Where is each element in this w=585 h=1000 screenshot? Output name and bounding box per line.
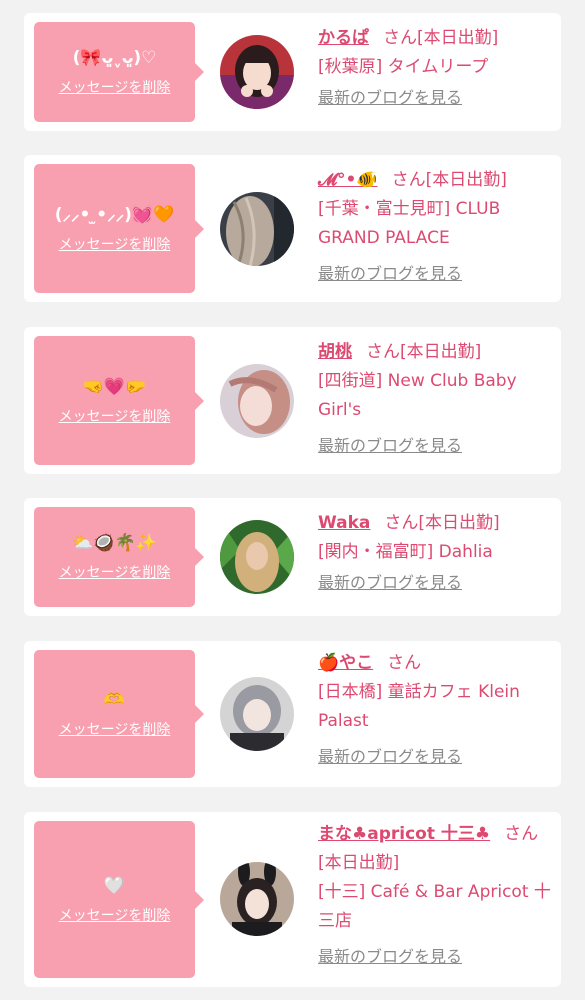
work-status: [本日出勤] bbox=[418, 513, 500, 533]
honorific: さん bbox=[384, 513, 419, 533]
cast-info: まな♣apricot 十三♣ さん [本日出勤] [十三] Café & Bar … bbox=[318, 820, 554, 971]
work-status: [本日出勤] bbox=[417, 28, 499, 48]
message-text: 🫶 bbox=[103, 690, 126, 710]
cast-info: 𝓜°•🐠 さん[本日出勤] [千葉・富士見町] CLUB GRAND PALACE… bbox=[318, 166, 554, 288]
latest-blog-link[interactable]: 最新のブログを見る bbox=[318, 432, 554, 460]
message-bubble: 🤍 メッセージを削除 bbox=[34, 821, 204, 978]
message-text: ⛅🥥🌴✨ bbox=[72, 533, 157, 553]
latest-blog-link[interactable]: 最新のブログを見る bbox=[318, 84, 554, 112]
delete-message-link[interactable]: メッセージを削除 bbox=[59, 77, 171, 97]
shop-name: [秋葉原] タイムリープ bbox=[318, 57, 489, 77]
cast-info: かるぱ さん[本日出勤] [秋葉原] タイムリープ 最新のブログを見る bbox=[318, 24, 554, 112]
honorific: さん bbox=[504, 824, 539, 844]
latest-blog-link[interactable]: 最新のブログを見る bbox=[318, 569, 554, 597]
message-bubble: (🎀ᴗ͈ˬᴗ͈)♡ メッセージを削除 bbox=[34, 22, 204, 122]
avatar[interactable] bbox=[220, 520, 294, 594]
message-text: 🤍 bbox=[103, 875, 126, 896]
delete-message-link[interactable]: メッセージを削除 bbox=[59, 905, 171, 925]
delete-message-link[interactable]: メッセージを削除 bbox=[59, 406, 171, 426]
avatar[interactable] bbox=[220, 677, 294, 751]
work-status: [本日出勤] bbox=[400, 342, 482, 362]
cast-name-link[interactable]: 🍎やこ bbox=[318, 653, 373, 673]
honorific: さん bbox=[387, 653, 422, 673]
work-status: [本日出勤] bbox=[318, 853, 400, 873]
favorite-card: 🤜💗🤛 メッセージを削除 胡桃 さん[本日出勤] [四街道] New Club B… bbox=[24, 327, 561, 474]
avatar[interactable] bbox=[220, 192, 294, 266]
cast-name-link[interactable]: 𝓜°•🐠 bbox=[318, 170, 378, 190]
cast-info: Waka さん[本日出勤] [関内・福富町] Dahlia 最新のブログを見る bbox=[318, 509, 554, 597]
cast-info: 🍎やこ さん [日本橋] 童話カフェ Klein Palast 最新のブログを見る bbox=[318, 649, 554, 771]
cast-name-link[interactable]: まな♣apricot 十三♣ bbox=[318, 824, 490, 844]
message-bubble: 🤜💗🤛 メッセージを削除 bbox=[34, 336, 204, 465]
honorific: さん bbox=[383, 28, 417, 48]
message-text: 🤜💗🤛 bbox=[82, 376, 147, 397]
message-text: (🎀ᴗ͈ˬᴗ͈)♡ bbox=[72, 48, 157, 68]
shop-name: [四街道] New Club Baby Girl's bbox=[318, 371, 517, 420]
shop-name: [十三] Café & Bar Apricot 十三店 bbox=[318, 882, 551, 931]
cast-name-link[interactable]: かるぱ bbox=[318, 28, 369, 48]
message-bubble: 🫶 メッセージを削除 bbox=[34, 650, 204, 778]
delete-message-link[interactable]: メッセージを削除 bbox=[59, 234, 171, 254]
cast-info: 胡桃 さん[本日出勤] [四街道] New Club Baby Girl's 最新… bbox=[318, 338, 554, 460]
message-text: (⸝⸝• ̫•⸝⸝)💓🧡 bbox=[54, 204, 175, 225]
shop-name: [千葉・富士見町] CLUB GRAND PALACE bbox=[318, 199, 501, 248]
cast-name-link[interactable]: Waka bbox=[318, 513, 370, 533]
delete-message-link[interactable]: メッセージを削除 bbox=[59, 562, 171, 582]
favorite-card: 🤍 メッセージを削除 まな♣apricot 十三♣ さん [本日出勤] [十三] … bbox=[24, 812, 561, 987]
avatar[interactable] bbox=[220, 862, 294, 936]
shop-name: [日本橋] 童話カフェ Klein Palast bbox=[318, 682, 520, 731]
delete-message-link[interactable]: メッセージを削除 bbox=[59, 719, 171, 739]
favorite-card: ⛅🥥🌴✨ メッセージを削除 Waka さん[本日出勤] [関内・福富町] Dahl… bbox=[24, 498, 561, 616]
latest-blog-link[interactable]: 最新のブログを見る bbox=[318, 743, 554, 771]
cast-name-link[interactable]: 胡桃 bbox=[318, 342, 352, 362]
favorite-card: 🫶 メッセージを削除 🍎やこ さん [日本橋] 童話カフェ Klein Palas… bbox=[24, 641, 561, 787]
latest-blog-link[interactable]: 最新のブログを見る bbox=[318, 943, 554, 971]
latest-blog-link[interactable]: 最新のブログを見る bbox=[318, 260, 554, 288]
honorific: さん bbox=[366, 342, 400, 362]
message-bubble: ⛅🥥🌴✨ メッセージを削除 bbox=[34, 507, 204, 607]
work-status: [本日出勤] bbox=[425, 170, 507, 190]
shop-name: [関内・福富町] Dahlia bbox=[318, 542, 493, 562]
message-bubble: (⸝⸝• ̫•⸝⸝)💓🧡 メッセージを削除 bbox=[34, 164, 204, 293]
honorific: さん bbox=[391, 170, 426, 190]
avatar[interactable] bbox=[220, 364, 294, 438]
avatar[interactable] bbox=[220, 35, 294, 109]
favorite-card: (🎀ᴗ͈ˬᴗ͈)♡ メッセージを削除 かるぱ さん[本日出勤] [秋葉原] タイム… bbox=[24, 13, 561, 131]
favorite-card: (⸝⸝• ̫•⸝⸝)💓🧡 メッセージを削除 𝓜°•🐠 さん[本日出勤] [千葉・富… bbox=[24, 155, 561, 302]
